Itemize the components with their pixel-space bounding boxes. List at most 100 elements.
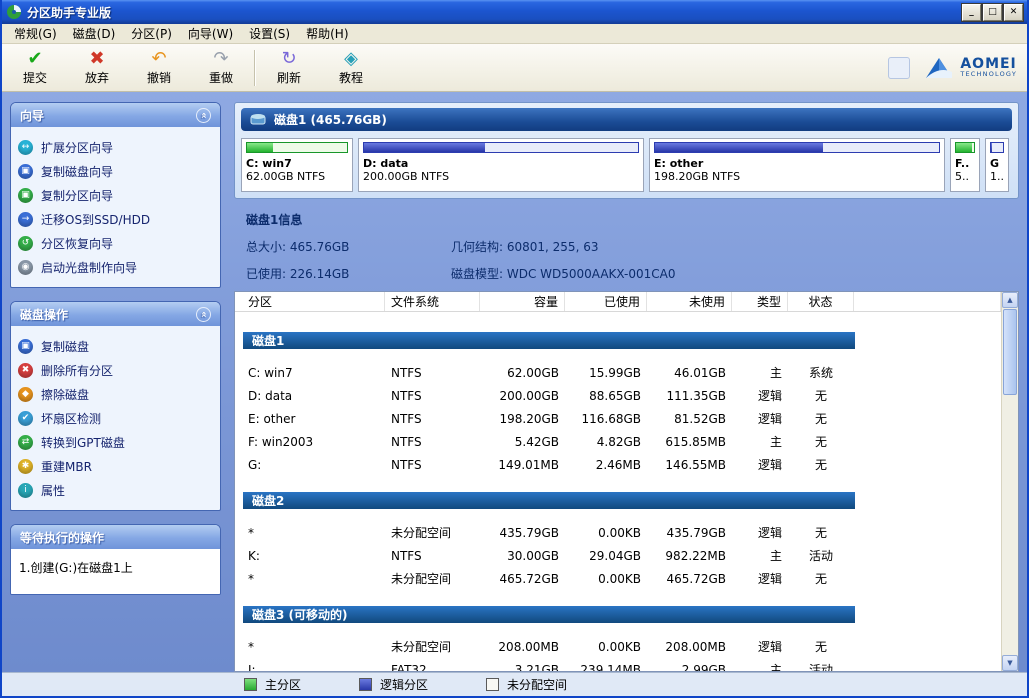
menu-settings[interactable]: 设置(S) <box>241 23 298 44</box>
extend-partition-icon: ↔ <box>18 140 33 155</box>
sidebar-item-partition-recovery-wizard[interactable]: ↺ 分区恢复向导 <box>18 231 213 255</box>
undo-button[interactable]: ↶ 撤销 <box>136 49 182 86</box>
menu-help[interactable]: 帮助(H) <box>298 23 356 44</box>
disk-operations-header[interactable]: 磁盘操作 « <box>11 302 220 326</box>
brand-sub: TECHNOLOGY <box>960 71 1017 78</box>
table-row[interactable]: * 未分配空间 208.00MB 0.00KB 208.00MB 逻辑 无 <box>235 635 1001 658</box>
col-status[interactable]: 状态 <box>788 292 854 311</box>
legend-primary: 主分区 <box>244 676 301 693</box>
pending-operation-item[interactable]: 1.创建(G:)在磁盘1上 <box>19 559 212 576</box>
rebuild-mbr-icon: ✱ <box>18 459 33 474</box>
table-row[interactable]: * 未分配空间 435.79GB 0.00KB 435.79GB 逻辑 无 <box>235 521 1001 544</box>
menu-partition[interactable]: 分区(P) <box>123 23 180 44</box>
partition-block-c[interactable]: C: win7 62.00GB NTFS <box>241 138 353 192</box>
scroll-up-icon[interactable]: ▲ <box>1002 292 1018 308</box>
col-filesystem[interactable]: 文件系统 <box>385 292 480 311</box>
disk1-header-label: 磁盘1 (465.76GB) <box>274 111 387 128</box>
partition-usage-bar <box>246 142 348 153</box>
partition-block-d[interactable]: D: data 200.00GB NTFS <box>358 138 644 192</box>
sidebar-item-copy-disk[interactable]: ▣ 复制磁盘 <box>18 334 213 358</box>
copy-disk-icon: ▣ <box>18 339 33 354</box>
redo-arrow-icon: ↷ <box>213 49 228 69</box>
refresh-button[interactable]: ↻ 刷新 <box>266 49 312 86</box>
table-row[interactable]: G: NTFS 149.01MB 2.46MB 146.55MB 逻辑 无 <box>235 453 1001 476</box>
col-unused[interactable]: 未使用 <box>647 292 732 311</box>
wipe-disk-icon: ◆ <box>18 387 33 402</box>
sidebar-item-extend-partition-wizard[interactable]: ↔ 扩展分区向导 <box>18 135 213 159</box>
table-row[interactable]: * 未分配空间 465.72GB 0.00KB 465.72GB 逻辑 无 <box>235 567 1001 590</box>
pending-operations-header[interactable]: 等待执行的操作 <box>11 525 220 549</box>
sidebar-item-delete-all-partitions[interactable]: ✖ 删除所有分区 <box>18 358 213 382</box>
scrollbar-thumb[interactable] <box>1003 309 1017 395</box>
window-title: 分区助手专业版 <box>27 4 111 21</box>
refresh-icon: ↻ <box>281 49 296 69</box>
collapse-chevron-icon[interactable]: « <box>196 108 211 123</box>
sidebar-item-rebuild-mbr[interactable]: ✱ 重建MBR <box>18 454 213 478</box>
sidebar-item-bad-sector-test[interactable]: ✔ 坏扇区检测 <box>18 406 213 430</box>
sidebar-item-bootable-cd-wizard[interactable]: ◉ 启动光盘制作向导 <box>18 255 213 279</box>
panel-toggle-icon[interactable] <box>888 57 910 79</box>
partition-usage-bar <box>990 142 1004 153</box>
collapse-chevron-icon[interactable]: « <box>196 307 211 322</box>
commit-button[interactable]: ✔ 提交 <box>12 49 58 86</box>
menu-general[interactable]: 常规(G) <box>6 23 65 44</box>
table-header: 分区 文件系统 容量 已使用 未使用 类型 状态 <box>235 292 1001 312</box>
maximize-button[interactable]: □ <box>983 4 1002 21</box>
col-partition[interactable]: 分区 <box>235 292 385 311</box>
col-used[interactable]: 已使用 <box>565 292 647 311</box>
partition-block-f[interactable]: F.. 5.. <box>950 138 980 192</box>
delete-partitions-icon: ✖ <box>18 363 33 378</box>
table-row[interactable]: K: NTFS 30.00GB 29.04GB 982.22MB 主 活动 <box>235 544 1001 567</box>
minimize-button[interactable]: _ <box>962 4 981 21</box>
discard-x-icon: ✖ <box>89 49 104 69</box>
legend-logical: 逻辑分区 <box>359 676 428 693</box>
vertical-scrollbar[interactable]: ▲ ▼ <box>1001 292 1018 671</box>
titlebar[interactable]: 分区助手专业版 _ □ ✕ <box>2 0 1027 24</box>
sidebar-item-convert-to-gpt[interactable]: ⇄ 转换到GPT磁盘 <box>18 430 213 454</box>
sidebar-item-copy-disk-wizard[interactable]: ▣ 复制磁盘向导 <box>18 159 213 183</box>
partition-usage-bar <box>654 142 940 153</box>
scroll-down-icon[interactable]: ▼ <box>1002 655 1018 671</box>
main-area: 磁盘1 (465.76GB) C: win7 62.00GB NTFS D: d… <box>228 92 1027 672</box>
aomei-logo: AOMEI TECHNOLOGY <box>924 56 1017 80</box>
discard-button[interactable]: ✖ 放弃 <box>74 49 120 86</box>
table-row[interactable]: D: data NTFS 200.00GB 88.65GB 111.35GB 逻… <box>235 384 1001 407</box>
app-window: 分区助手专业版 _ □ ✕ 常规(G) 磁盘(D) 分区(P) 向导(W) 设置… <box>0 0 1029 698</box>
partition-usage-bar <box>955 142 975 153</box>
disk3-group-header[interactable]: 磁盘3 (可移动的) <box>243 606 855 623</box>
disk-info-title: 磁盘1信息 <box>246 211 1007 228</box>
disk-operations-panel: 磁盘操作 « ▣ 复制磁盘 ✖ 删除所有分区 ◆ 擦除磁盘 <box>10 301 221 511</box>
menu-disk[interactable]: 磁盘(D) <box>65 23 124 44</box>
close-button[interactable]: ✕ <box>1004 4 1023 21</box>
redo-button[interactable]: ↷ 重做 <box>198 49 244 86</box>
sidebar-item-wipe-disk[interactable]: ◆ 擦除磁盘 <box>18 382 213 406</box>
table-row[interactable]: F: win2003 NTFS 5.42GB 4.82GB 615.85MB 主… <box>235 430 1001 453</box>
partition-block-g[interactable]: G 1.. <box>985 138 1009 192</box>
convert-gpt-icon: ⇄ <box>18 435 33 450</box>
col-type[interactable]: 类型 <box>732 292 788 311</box>
partition-usage-bar <box>363 142 639 153</box>
menubar: 常规(G) 磁盘(D) 分区(P) 向导(W) 设置(S) 帮助(H) <box>2 24 1027 44</box>
partition-recovery-icon: ↺ <box>18 236 33 251</box>
wizard-panel-header[interactable]: 向导 « <box>11 103 220 127</box>
pending-operations-title: 等待执行的操作 <box>20 529 104 546</box>
disk1-group-header[interactable]: 磁盘1 <box>243 332 855 349</box>
legend-bar: 主分区 逻辑分区 未分配空间 <box>2 672 1027 696</box>
partition-block-e[interactable]: E: other 198.20GB NTFS <box>649 138 945 192</box>
table-row[interactable]: C: win7 NTFS 62.00GB 15.99GB 46.01GB 主 系… <box>235 361 1001 384</box>
disk-geometry: 几何结构: 60801, 255, 63 <box>451 238 1007 255</box>
tutorial-button[interactable]: ◈ 教程 <box>328 49 374 86</box>
table-body: 磁盘1 C: win7 NTFS 62.00GB 15.99GB 46.01GB… <box>235 312 1001 671</box>
wizard-panel-title: 向导 <box>20 107 44 124</box>
menu-wizard[interactable]: 向导(W) <box>180 23 241 44</box>
col-capacity[interactable]: 容量 <box>480 292 565 311</box>
sidebar-item-properties[interactable]: i 属性 <box>18 478 213 502</box>
table-row[interactable]: E: other NTFS 198.20GB 116.68GB 81.52GB … <box>235 407 1001 430</box>
logical-partition-swatch <box>359 678 372 691</box>
sidebar-item-copy-partition-wizard[interactable]: ▣ 复制分区向导 <box>18 183 213 207</box>
disk2-group-header[interactable]: 磁盘2 <box>243 492 855 509</box>
sidebar-item-migrate-os[interactable]: → 迁移OS到SSD/HDD <box>18 207 213 231</box>
wizard-panel: 向导 « ↔ 扩展分区向导 ▣ 复制磁盘向导 ▣ 复制分区向导 <box>10 102 221 288</box>
table-row[interactable]: I: FAT32 3.21GB 239.14MB 2.99GB 主 活动 <box>235 658 1001 671</box>
disk-map-panel: 磁盘1 (465.76GB) C: win7 62.00GB NTFS D: d… <box>234 102 1019 199</box>
